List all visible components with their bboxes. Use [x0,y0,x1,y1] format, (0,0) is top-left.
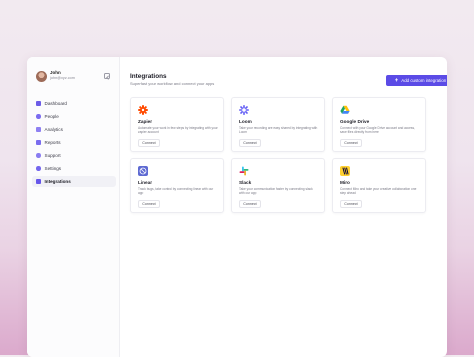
integration-name: Google Drive [340,119,370,124]
plus-icon: + [394,77,399,84]
sidebar-item-people[interactable]: People [32,111,116,122]
loom-icon [239,105,249,115]
integration-card-slack: Slack Take your communication faster by … [231,158,325,213]
user-name: John [50,70,61,75]
connect-button[interactable]: Connect [239,139,261,147]
page-subtitle: Superfast your workflow and connect your… [130,81,215,86]
support-icon [36,153,41,158]
integration-description: Take your recording are easy shared by i… [239,126,318,135]
avatar [36,71,47,82]
integration-name: Miro [340,180,350,185]
sidebar-item-dashboard[interactable]: Dashboard [32,98,116,109]
integration-card-google-drive: Google Drive Connect with your Google Dr… [332,97,426,152]
sidebar-item-settings[interactable]: Settings [32,163,116,174]
sidebar-item-label: Dashboard [44,101,67,106]
sidebar-item-integrations[interactable]: Integrations [32,176,116,187]
connect-button[interactable]: Connect [138,139,160,147]
main-content: Integrations Superfast your workflow and… [130,57,447,357]
sidebar-item-label: Support [44,153,61,158]
integration-description: Connect Miro and take your creative coll… [340,187,417,196]
user-profile[interactable]: John john@xyz.com [36,70,114,86]
sidebar: John john@xyz.com Dashboard People Analy… [27,57,120,357]
miro-icon [340,166,350,176]
analytics-icon [36,127,41,132]
sidebar-item-label: Settings [44,166,62,171]
integration-name: Linear [138,180,153,185]
connect-button[interactable]: Connect [138,200,160,208]
sidebar-item-reports[interactable]: Reports [32,137,116,148]
slack-icon [239,166,249,176]
add-button-label: Add custom integration [401,78,447,83]
integrations-icon [36,179,41,184]
sidebar-item-label: Analytics [44,127,63,132]
sidebar-item-analytics[interactable]: Analytics [32,124,116,135]
google-drive-icon [340,105,350,114]
settings-icon [36,166,41,171]
dashboard-icon [36,101,41,106]
integration-card-zapier: Zapier Automate your work in few steps b… [130,97,224,152]
integration-description: Automate your work in few steps by integ… [138,126,218,135]
people-icon [36,114,41,119]
reports-icon [36,140,41,145]
page-title: Integrations [130,73,167,80]
zapier-icon [138,105,148,115]
integration-name: Zapier [138,119,153,124]
integration-card-miro: Miro Connect Miro and take your creative… [332,158,426,213]
connect-button[interactable]: Connect [340,139,362,147]
user-email: john@xyz.com [50,76,75,80]
sidebar-item-label: Reports [44,140,61,145]
app-window: John john@xyz.com Dashboard People Analy… [27,57,447,357]
add-custom-integration-button[interactable]: + Add custom integration [386,75,447,86]
integration-description: Connect with your Google Drive account a… [340,126,415,135]
connect-button[interactable]: Connect [340,200,362,208]
integration-name: Loom [239,119,252,124]
integration-name: Slack [239,180,252,185]
sidebar-item-label: Integrations [44,179,71,184]
connect-button[interactable]: Connect [239,200,261,208]
sidebar-nav: Dashboard People Analytics Reports Suppo… [32,98,116,189]
integration-description: Track bugs, take control by connecting l… [138,187,214,196]
sidebar-item-support[interactable]: Support [32,150,116,161]
sidebar-item-label: People [44,114,59,119]
linear-icon [138,166,148,176]
integration-card-loom: Loom Take your recording are easy shared… [231,97,325,152]
integration-card-linear: Linear Track bugs, take control by conne… [130,158,224,213]
collapse-sidebar-button[interactable] [104,73,110,79]
integration-description: Take your communication faster by connec… [239,187,313,196]
